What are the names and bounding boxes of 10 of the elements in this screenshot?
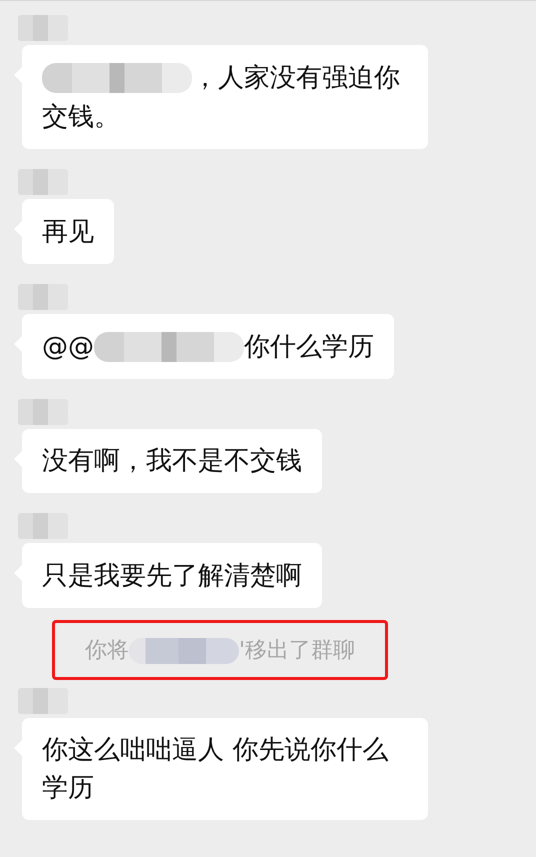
system-text: 你将: [85, 638, 129, 664]
message-text: 你什么学历: [244, 330, 374, 364]
message-text: 你这么咄咄逼人 你先说你什么学历: [42, 734, 390, 806]
message-text: ，人家没有强迫你: [192, 62, 400, 95]
message-text: 没有啊，我不是不交钱: [42, 445, 302, 478]
message-text: 只是我要先了解清楚啊: [42, 560, 302, 594]
message-text: 再见: [42, 216, 94, 249]
message-text: 交钱。: [42, 100, 120, 134]
system-text: '移出了群聊: [239, 638, 356, 664]
message-text: @@: [42, 330, 94, 364]
